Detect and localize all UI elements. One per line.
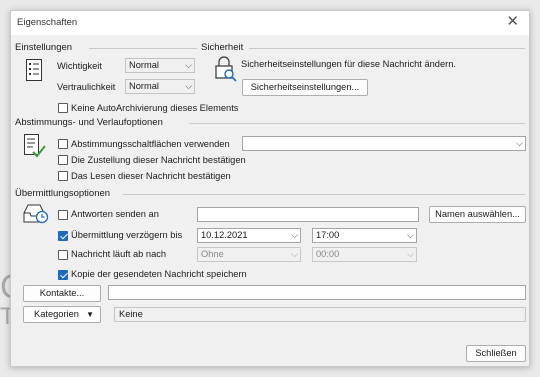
delay-delivery-checkbox[interactable]: [58, 231, 68, 241]
delay-time-value: 17:00: [316, 230, 340, 240]
expires-label: Nachricht läuft ab nach: [71, 249, 167, 259]
chevron-down-icon: ⌵: [407, 249, 414, 259]
sensitivity-select[interactable]: Normal ⌵: [125, 79, 195, 94]
importance-label: Wichtigkeit: [57, 61, 102, 71]
properties-dialog: Eigenschaften ✕ Einstellungen Wichtigkei…: [10, 10, 530, 367]
contacts-button[interactable]: Kontakte...: [23, 285, 101, 302]
no-autoarchive-checkbox[interactable]: [58, 103, 68, 113]
delay-date-select[interactable]: 10.12.2021 ⌵: [197, 228, 301, 243]
categories-field: Keine: [114, 307, 526, 322]
delivery-separator: [123, 194, 525, 195]
lock-search-icon: [215, 56, 237, 82]
expires-date-value: Ohne: [201, 249, 224, 259]
chevron-down-icon: ⌵: [291, 249, 298, 259]
checklist-icon: [24, 134, 46, 158]
read-receipt-checkbox[interactable]: [58, 171, 68, 181]
sensitivity-value: Normal: [129, 81, 159, 91]
close-button[interactable]: Schließen: [466, 345, 526, 362]
categories-button-label: Kategorien: [34, 309, 79, 319]
settings-heading: Einstellungen: [15, 42, 73, 53]
expires-time-select[interactable]: 00:00 ⌵: [312, 247, 417, 262]
list-icon: [26, 59, 42, 81]
voting-separator: [189, 123, 525, 124]
delivery-heading: Übermittlungsoptionen: [15, 188, 111, 199]
replies-checkbox[interactable]: [58, 210, 68, 220]
sensitivity-label: Vertraulichkeit: [57, 82, 116, 92]
importance-value: Normal: [129, 60, 159, 70]
expires-date-select[interactable]: Ohne ⌵: [197, 247, 301, 262]
save-copy-label: Kopie der gesendeten Nachricht speichern: [71, 269, 247, 279]
contacts-input[interactable]: [108, 285, 526, 300]
title-bar: Eigenschaften ✕: [11, 11, 529, 35]
delivery-receipt-label: Die Zustellung dieser Nachricht bestätig…: [71, 155, 246, 165]
no-autoarchive-label: Keine AutoArchivierung dieses Elements: [71, 103, 239, 113]
chevron-down-icon: ⌵: [185, 60, 192, 70]
chevron-down-icon: ⌵: [407, 230, 414, 240]
chevron-down-icon: ⌵: [185, 81, 192, 91]
use-voting-checkbox[interactable]: [58, 139, 68, 149]
replies-label: Antworten senden an: [71, 209, 159, 219]
voting-buttons-select[interactable]: ⌵: [242, 136, 526, 151]
triangle-down-icon: ▼: [86, 310, 94, 319]
expires-time-value: 00:00: [316, 249, 340, 259]
security-separator: [249, 48, 525, 49]
security-description: Sicherheitseinstellungen für diese Nachr…: [241, 59, 456, 69]
replies-input[interactable]: [197, 207, 419, 222]
delay-time-select[interactable]: 17:00 ⌵: [312, 228, 417, 243]
security-heading: Sicherheit: [201, 42, 244, 53]
security-settings-button[interactable]: Sicherheitseinstellungen...: [242, 79, 368, 96]
chevron-down-icon: ⌵: [291, 230, 298, 240]
select-names-button[interactable]: Namen auswählen...: [429, 206, 526, 223]
tray-clock-icon: [23, 204, 49, 224]
delivery-receipt-checkbox[interactable]: [58, 155, 68, 165]
settings-separator: [89, 48, 197, 49]
expires-checkbox[interactable]: [58, 250, 68, 260]
categories-button[interactable]: Kategorien ▼: [23, 306, 101, 323]
close-icon[interactable]: ✕: [506, 14, 519, 30]
delay-date-value: 10.12.2021: [201, 230, 248, 240]
save-copy-checkbox[interactable]: [58, 270, 68, 280]
use-voting-label: Abstimmungsschaltflächen verwenden: [71, 139, 230, 149]
delay-delivery-label: Übermittlung verzögern bis: [71, 230, 183, 240]
voting-heading: Abstimmungs- und Verlaufoptionen: [15, 117, 163, 128]
importance-select[interactable]: Normal ⌵: [125, 58, 195, 73]
dialog-title: Eigenschaften: [17, 17, 78, 28]
chevron-down-icon: ⌵: [516, 138, 523, 148]
read-receipt-label: Das Lesen dieser Nachricht bestätigen: [71, 171, 231, 181]
